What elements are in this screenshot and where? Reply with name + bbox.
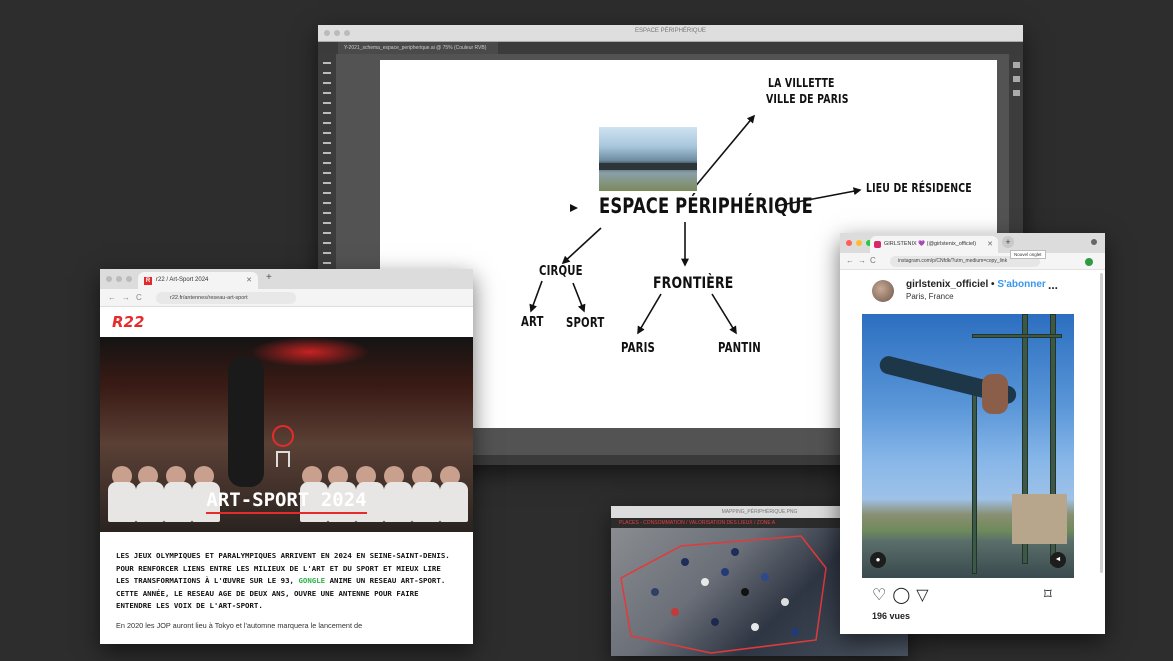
node-pantin[interactable]: PANTIN [718,341,761,356]
node-paris[interactable]: PARIS [621,341,655,356]
more-options-icon[interactable]: ... [1048,278,1058,292]
avatar[interactable] [872,280,894,302]
node-frontiere[interactable]: FRONTIÈRE [653,273,733,292]
hero-title: ART-SPORT 2024 [100,489,473,514]
gongle-link[interactable]: GONGLE [298,576,325,585]
browser-tab-label: GIRLSTENIX 💜 (@girlstenix_officiel) [884,241,977,247]
node-residence[interactable]: LIEU DE RÉSIDENCE [866,181,972,195]
close-icon[interactable]: ✕ [246,272,252,289]
user-tag-icon[interactable]: ● [870,552,886,568]
post-username[interactable]: girlstenix_officiel • S'abonner [906,279,1046,290]
node-center[interactable]: ESPACE PÉRIPHÉRIQUE [599,194,813,218]
new-tab-icon[interactable]: + [266,272,272,283]
address-bar: ←→C r22.fr/antennes/reseau-art-sport [100,289,473,307]
hero-image: ART-SPORT 2024 [100,337,473,532]
nav-arrows-icon[interactable]: ←→C [108,293,148,302]
browser-tab-label: r22 / Art-Sport 2024 [156,277,209,283]
logo-text: R22 [112,313,145,331]
node-villette-1[interactable]: LA VILLETTE [768,76,835,90]
instagram-browser-window[interactable]: GIRLSTENIX 💜 (@girlstenix_officiel) ✕ + … [840,233,1105,634]
node-art[interactable]: ART [521,315,544,330]
bridge-photo[interactable] [599,127,697,191]
intro-paragraph: LES JEUX OLYMPIQUES ET PARALYMPIQUES ARR… [116,551,450,610]
document-tabbar: Y-2021_schema_espace_peripherique.ai @ 7… [318,42,1023,54]
address-bar: ←→C instagram.com/p/CNfdk/?utm_medium=co… [840,250,1105,270]
window-controls[interactable] [106,276,132,282]
url-field[interactable]: r22.fr/antennes/reseau-art-sport [156,292,296,304]
r22-favicon: R [144,277,152,285]
browser-tabbar: GIRLSTENIX 💜 (@girlstenix_officiel) ✕ + [840,233,1105,253]
post-location[interactable]: Paris, France [906,292,954,301]
post-photo[interactable]: ● ◄ [862,314,1074,578]
window-controls[interactable] [846,240,872,246]
bookmark-icon[interactable]: ⌑ [1044,585,1052,603]
view-count: 196 vues [872,611,911,621]
article-body: LES JEUX OLYMPIQUES ET PARALYMPIQUES ARR… [100,532,473,630]
window-title: ESPACE PÉRIPHÉRIQUE [635,28,706,34]
medal-icon [272,425,294,447]
node-villette-2[interactable]: VILLE DE PARIS [766,92,849,106]
node-cirque[interactable]: CIRQUE [539,264,583,279]
scrollbar[interactable] [1100,273,1103,573]
illustrator-titlebar[interactable]: ESPACE PÉRIPHÉRIQUE [318,25,1023,42]
browser-tab[interactable]: R r22 / Art-Sport 2024 ✕ [138,272,258,289]
node-sport[interactable]: SPORT [566,316,604,331]
tower-icon [276,451,290,467]
nav-arrows-icon[interactable]: ←→C [846,256,880,265]
browser-tabbar: R r22 / Art-Sport 2024 ✕ + [100,269,473,289]
follow-button[interactable]: S'abonner [997,279,1046,290]
r22-browser-window[interactable]: R r22 / Art-Sport 2024 ✕ + ←→C r22.fr/an… [100,269,473,644]
desktop: ESPACE PÉRIPHÉRIQUE Y-2021_schema_espace… [0,0,1173,661]
tooltip: Nouvel onglet [1010,250,1046,259]
instagram-icon [874,241,881,248]
close-icon[interactable]: ✕ [987,236,993,253]
post-actions[interactable]: ♡◯▽ [872,585,935,605]
mute-icon[interactable]: ◄ [1050,552,1066,568]
second-paragraph: En 2020 les JOP auront lieu à Tokyo et l… [116,620,363,630]
post-header: girlstenix_officiel • S'abonner Paris, F… [840,270,1105,314]
profile-icon[interactable] [1091,239,1097,245]
extension-icon[interactable] [1085,258,1093,266]
document-tab[interactable]: Y-2021_schema_espace_peripherique.ai @ 7… [338,42,498,54]
browser-tab[interactable]: GIRLSTENIX 💜 (@girlstenix_officiel) ✕ [870,236,998,253]
new-tab-icon[interactable]: + [1002,236,1014,248]
site-logo[interactable]: R22 [100,307,473,337]
dancer-figure [228,357,264,487]
